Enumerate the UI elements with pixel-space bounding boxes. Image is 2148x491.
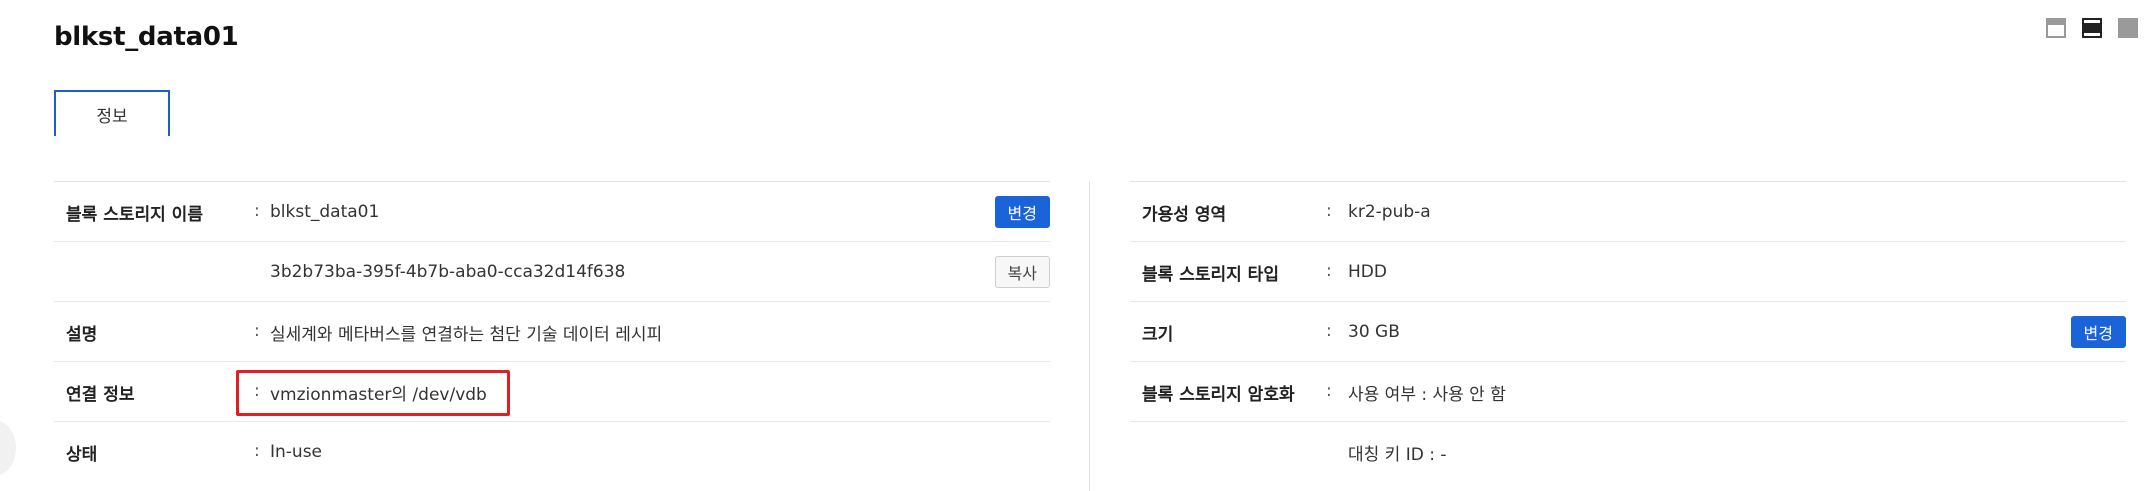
value-storage-type: HDD bbox=[1348, 262, 1387, 282]
row-description: 설명 : 실세계와 메타버스를 연결하는 첨단 기술 데이터 레시피 bbox=[54, 302, 1050, 362]
row-size: 크기 : 30 GB 변경 bbox=[1130, 302, 2126, 362]
colon: : bbox=[254, 441, 260, 461]
side-handle[interactable] bbox=[0, 420, 16, 476]
label-connection-info: 연결 정보 bbox=[66, 384, 135, 405]
panel-divider bbox=[1089, 181, 1090, 491]
value-encryption: 사용 여부 : 사용 안 함 bbox=[1348, 384, 1506, 405]
info-panel-left: 블록 스토리지 이름 : blkst_data01 변경 3b2b73ba-39… bbox=[54, 181, 1050, 482]
info-panel-right: 가용성 영역 : kr2-pub-a 블록 스토리지 타입 : HDD 크기 :… bbox=[1130, 181, 2126, 482]
colon: : bbox=[1326, 381, 1332, 401]
change-name-button[interactable]: 변경 bbox=[994, 196, 1050, 228]
value-size: 30 GB bbox=[1348, 322, 1400, 342]
value-connection-info: vmzionmaster의 /dev/vdb bbox=[270, 384, 487, 405]
block-storage-detail-page: blkst_data01 정보 블록 스토리지 이름 : blkst_data0… bbox=[0, 0, 2148, 491]
layout-top-icon[interactable] bbox=[2046, 18, 2066, 38]
colon: : bbox=[254, 201, 260, 221]
copy-id-button[interactable]: 복사 bbox=[994, 256, 1050, 288]
page-title: blkst_data01 bbox=[54, 22, 239, 52]
row-storage-type: 블록 스토리지 타입 : HDD bbox=[1130, 242, 2126, 302]
layout-bottom-icon[interactable] bbox=[2118, 18, 2138, 38]
value-storage-name: blkst_data01 bbox=[270, 202, 380, 222]
label-size: 크기 bbox=[1142, 324, 1174, 345]
label-encryption: 블록 스토리지 암호화 bbox=[1142, 384, 1295, 405]
tab-info[interactable]: 정보 bbox=[54, 90, 170, 136]
label-status: 상태 bbox=[66, 444, 98, 465]
label-description: 설명 bbox=[66, 324, 98, 345]
colon: : bbox=[1326, 321, 1332, 341]
colon: : bbox=[254, 321, 260, 341]
label-storage-type: 블록 스토리지 타입 bbox=[1142, 264, 1279, 285]
row-symmetric-key: 대칭 키 ID : - bbox=[1130, 422, 2126, 482]
row-storage-id: 3b2b73ba-395f-4b7b-aba0-cca32d14f638 복사 bbox=[54, 242, 1050, 302]
value-status: In-use bbox=[270, 442, 323, 462]
value-symmetric-key: 대칭 키 ID : - bbox=[1348, 444, 1447, 465]
colon: : bbox=[1326, 201, 1332, 221]
layout-middle-icon[interactable] bbox=[2082, 18, 2102, 38]
label-availability-zone: 가용성 영역 bbox=[1142, 204, 1227, 225]
layout-toggle-group bbox=[2046, 18, 2138, 38]
row-storage-name: 블록 스토리지 이름 : blkst_data01 변경 bbox=[54, 182, 1050, 242]
colon: : bbox=[1326, 261, 1332, 281]
value-availability-zone: kr2-pub-a bbox=[1348, 202, 1431, 222]
value-description: 실세계와 메타버스를 연결하는 첨단 기술 데이터 레시피 bbox=[270, 324, 663, 345]
row-availability-zone: 가용성 영역 : kr2-pub-a bbox=[1130, 182, 2126, 242]
value-storage-id: 3b2b73ba-395f-4b7b-aba0-cca32d14f638 bbox=[270, 262, 626, 282]
label-storage-name: 블록 스토리지 이름 bbox=[66, 204, 203, 225]
tab-bar: 정보 bbox=[54, 90, 2148, 138]
row-encryption: 블록 스토리지 암호화 : 사용 여부 : 사용 안 함 bbox=[1130, 362, 2126, 422]
change-size-button[interactable]: 변경 bbox=[2070, 316, 2126, 348]
row-connection-info: 연결 정보 : vmzionmaster의 /dev/vdb bbox=[54, 362, 1050, 422]
row-status: 상태 : In-use bbox=[54, 422, 1050, 482]
